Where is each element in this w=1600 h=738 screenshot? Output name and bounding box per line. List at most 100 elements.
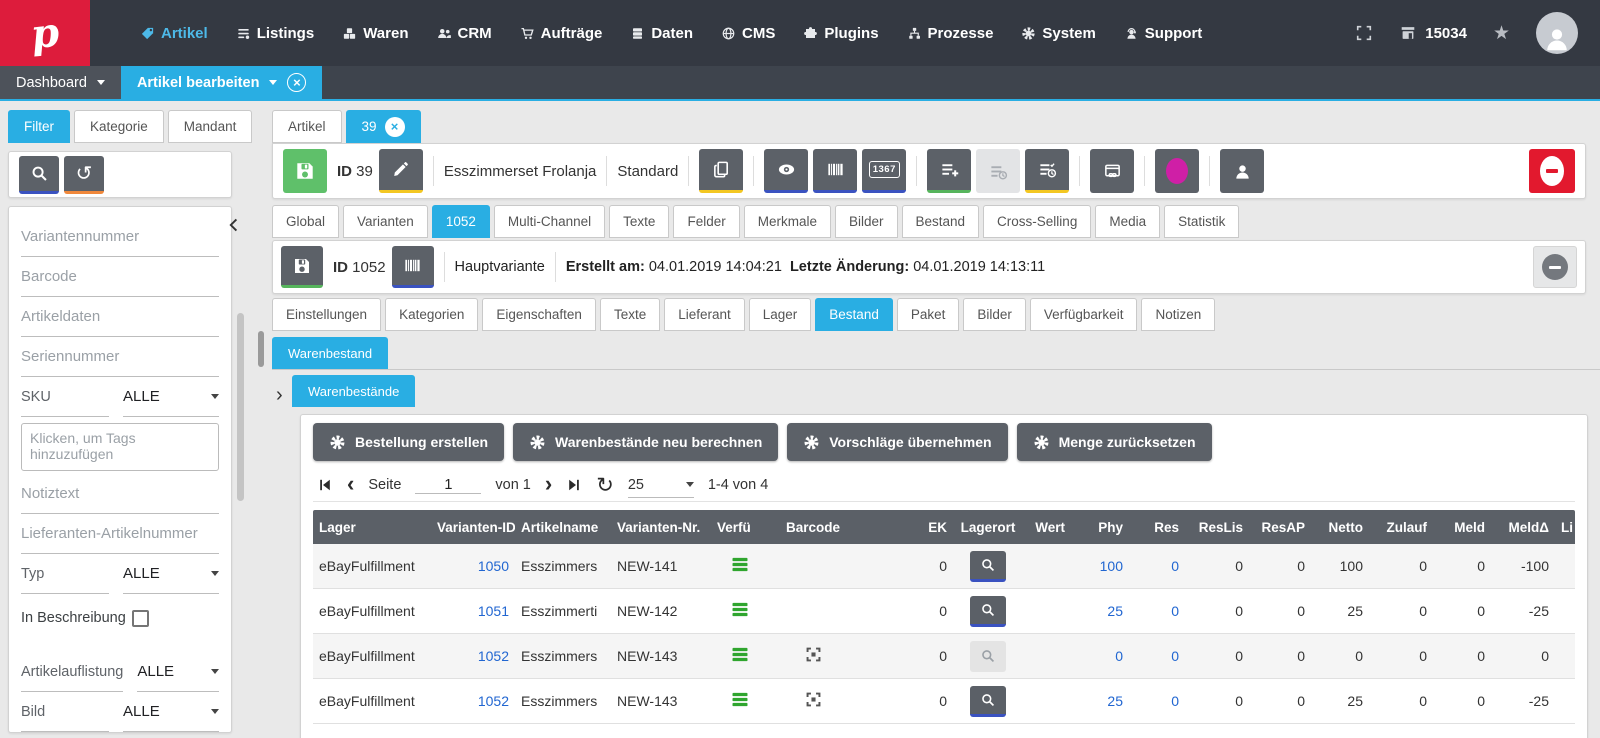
phy-stock-link[interactable]: 25 — [1071, 603, 1129, 619]
tab-warenbestand[interactable]: Warenbestand — [272, 337, 388, 369]
close-icon[interactable]: × — [385, 117, 405, 137]
vtab-kategorien[interactable]: Kategorien — [385, 298, 478, 331]
close-icon[interactable]: × — [287, 73, 306, 92]
variant-id-link[interactable]: 1050 — [431, 558, 515, 574]
next-page-icon[interactable]: › — [545, 473, 552, 495]
res-stock-link[interactable]: 0 — [1129, 693, 1185, 709]
nav-system[interactable]: System — [1021, 25, 1095, 42]
sku-select[interactable]: ALLE — [123, 377, 219, 417]
tab-multi-channel[interactable]: Multi-Channel — [494, 205, 605, 238]
vtab-verfuegbarkeit[interactable]: Verfügbarkeit — [1030, 298, 1138, 331]
prev-page-icon[interactable]: ‹ — [347, 473, 354, 495]
phy-stock-link[interactable]: 0 — [1071, 648, 1129, 664]
tab-cross-selling[interactable]: Cross-Selling — [983, 205, 1091, 238]
in-beschreibung-checkbox[interactable] — [132, 610, 149, 627]
sidebar-tab-kategorie[interactable]: Kategorie — [74, 110, 164, 143]
last-page-icon[interactable] — [566, 477, 582, 493]
brand-logo[interactable]: p — [0, 0, 90, 66]
sidebar-tab-filter[interactable]: Filter — [8, 110, 70, 143]
tab-variant-1052[interactable]: 1052 — [432, 205, 490, 238]
table-row[interactable]: eBayFulfillment 1052 Esszimmers NEW-143 … — [313, 679, 1575, 724]
save-article-button[interactable] — [283, 149, 327, 193]
deactivate-button[interactable] — [1529, 149, 1575, 193]
table-row[interactable]: eBayFulfillment 1051 Esszimmerti NEW-142… — [313, 589, 1575, 634]
lagerort-search-button[interactable] — [970, 686, 1006, 717]
artikeldaten-input[interactable] — [21, 308, 219, 325]
copy-article-button[interactable] — [699, 149, 743, 193]
per-page-select[interactable]: 25 — [628, 472, 694, 498]
nav-auftraege[interactable]: Aufträge — [520, 25, 603, 42]
typ-select[interactable]: ALLE — [123, 554, 219, 594]
tab-merkmale[interactable]: Merkmale — [744, 205, 831, 238]
vtab-bestand[interactable]: Bestand — [815, 298, 893, 331]
expand-chevron-icon[interactable]: › — [276, 385, 283, 405]
reset-button[interactable]: ↺ — [64, 156, 104, 194]
first-page-icon[interactable] — [317, 477, 333, 493]
tab-texte[interactable]: Texte — [609, 205, 669, 238]
nav-daten[interactable]: Daten — [630, 25, 693, 42]
bild-select[interactable]: ALLE — [123, 692, 219, 732]
seriennummer-input[interactable] — [21, 348, 219, 365]
tab-article-39[interactable]: 39× — [346, 110, 421, 143]
recalculate-stock-button[interactable]: Warenbestände neu berechnen — [513, 423, 778, 461]
edit-article-button[interactable] — [379, 149, 423, 193]
tab-dashboard[interactable]: Dashboard — [0, 66, 121, 99]
tab-statistik[interactable]: Statistik — [1164, 205, 1239, 238]
lieferanten-artikelnummer-input[interactable] — [21, 525, 219, 542]
vtab-texte[interactable]: Texte — [600, 298, 660, 331]
nav-prozesse[interactable]: Prozesse — [907, 25, 994, 42]
notiztext-input[interactable] — [21, 485, 219, 502]
fullscreen-icon[interactable] — [1355, 24, 1373, 42]
artikelauflistung-select[interactable]: ALLE — [137, 652, 219, 692]
lagerort-search-button[interactable] — [970, 596, 1006, 627]
page-input[interactable] — [415, 477, 481, 494]
sidebar-scrollbar[interactable] — [237, 313, 244, 501]
tab-warenbestaende[interactable]: Warenbestände — [292, 375, 415, 407]
barcode-input[interactable] — [21, 268, 219, 285]
collapse-section-button[interactable] — [1533, 246, 1577, 288]
variant-id-link[interactable]: 1051 — [431, 603, 515, 619]
lagerort-search-button[interactable] — [970, 551, 1006, 582]
nav-cms[interactable]: CMS — [721, 25, 775, 42]
sidebar-tab-mandant[interactable]: Mandant — [168, 110, 253, 143]
apply-suggestions-button[interactable]: Vorschläge übernehmen — [787, 423, 1007, 461]
vtab-lieferant[interactable]: Lieferant — [664, 298, 745, 331]
preview-button[interactable] — [764, 149, 808, 193]
variant-barcode-button[interactable] — [392, 246, 434, 288]
nav-artikel[interactable]: Artikel — [140, 25, 208, 42]
tab-global[interactable]: Global — [272, 205, 339, 238]
vtab-einstellungen[interactable]: Einstellungen — [272, 298, 381, 331]
create-order-button[interactable]: Bestellung erstellen — [313, 423, 504, 461]
tab-bestand[interactable]: Bestand — [902, 205, 980, 238]
nav-crm[interactable]: CRM — [437, 25, 492, 42]
user-avatar[interactable] — [1536, 12, 1578, 54]
nav-waren[interactable]: Waren — [342, 25, 408, 42]
add-note-button[interactable] — [927, 149, 971, 193]
tab-artikel-bearbeiten[interactable]: Artikel bearbeiten × — [121, 66, 323, 99]
vtab-paket[interactable]: Paket — [897, 298, 960, 331]
refresh-icon[interactable]: ↻ — [596, 475, 614, 496]
todo-list-button[interactable] — [1025, 149, 1069, 193]
variant-id-link[interactable]: 1052 — [431, 693, 515, 709]
res-stock-link[interactable]: 0 — [1129, 648, 1185, 664]
phy-stock-link[interactable]: 25 — [1071, 693, 1129, 709]
variantennummer-input[interactable] — [21, 228, 219, 245]
nav-listings[interactable]: Listings — [236, 25, 315, 42]
save-variant-button[interactable] — [281, 246, 323, 288]
open-window-button[interactable] — [1090, 149, 1134, 193]
res-stock-link[interactable]: 0 — [1129, 558, 1185, 574]
owner-button[interactable] — [1220, 149, 1264, 193]
nav-plugins[interactable]: Plugins — [803, 25, 878, 42]
tab-felder[interactable]: Felder — [673, 205, 739, 238]
table-row[interactable]: eBayFulfillment 1052 Esszimmers NEW-143 … — [313, 634, 1575, 679]
reset-quantity-button[interactable]: Menge zurücksetzen — [1017, 423, 1212, 461]
nav-support[interactable]: Support — [1124, 25, 1203, 42]
tags-input[interactable] — [21, 423, 219, 471]
tab-varianten[interactable]: Varianten — [343, 205, 428, 238]
barcode-number-button[interactable]: 1367 — [862, 149, 906, 193]
sidebar-collapse-icon[interactable] — [226, 217, 244, 235]
color-tag-button[interactable] — [1155, 149, 1199, 193]
search-button[interactable] — [19, 156, 59, 194]
vtab-notizen[interactable]: Notizen — [1141, 298, 1215, 331]
variant-id-link[interactable]: 1052 — [431, 648, 515, 664]
